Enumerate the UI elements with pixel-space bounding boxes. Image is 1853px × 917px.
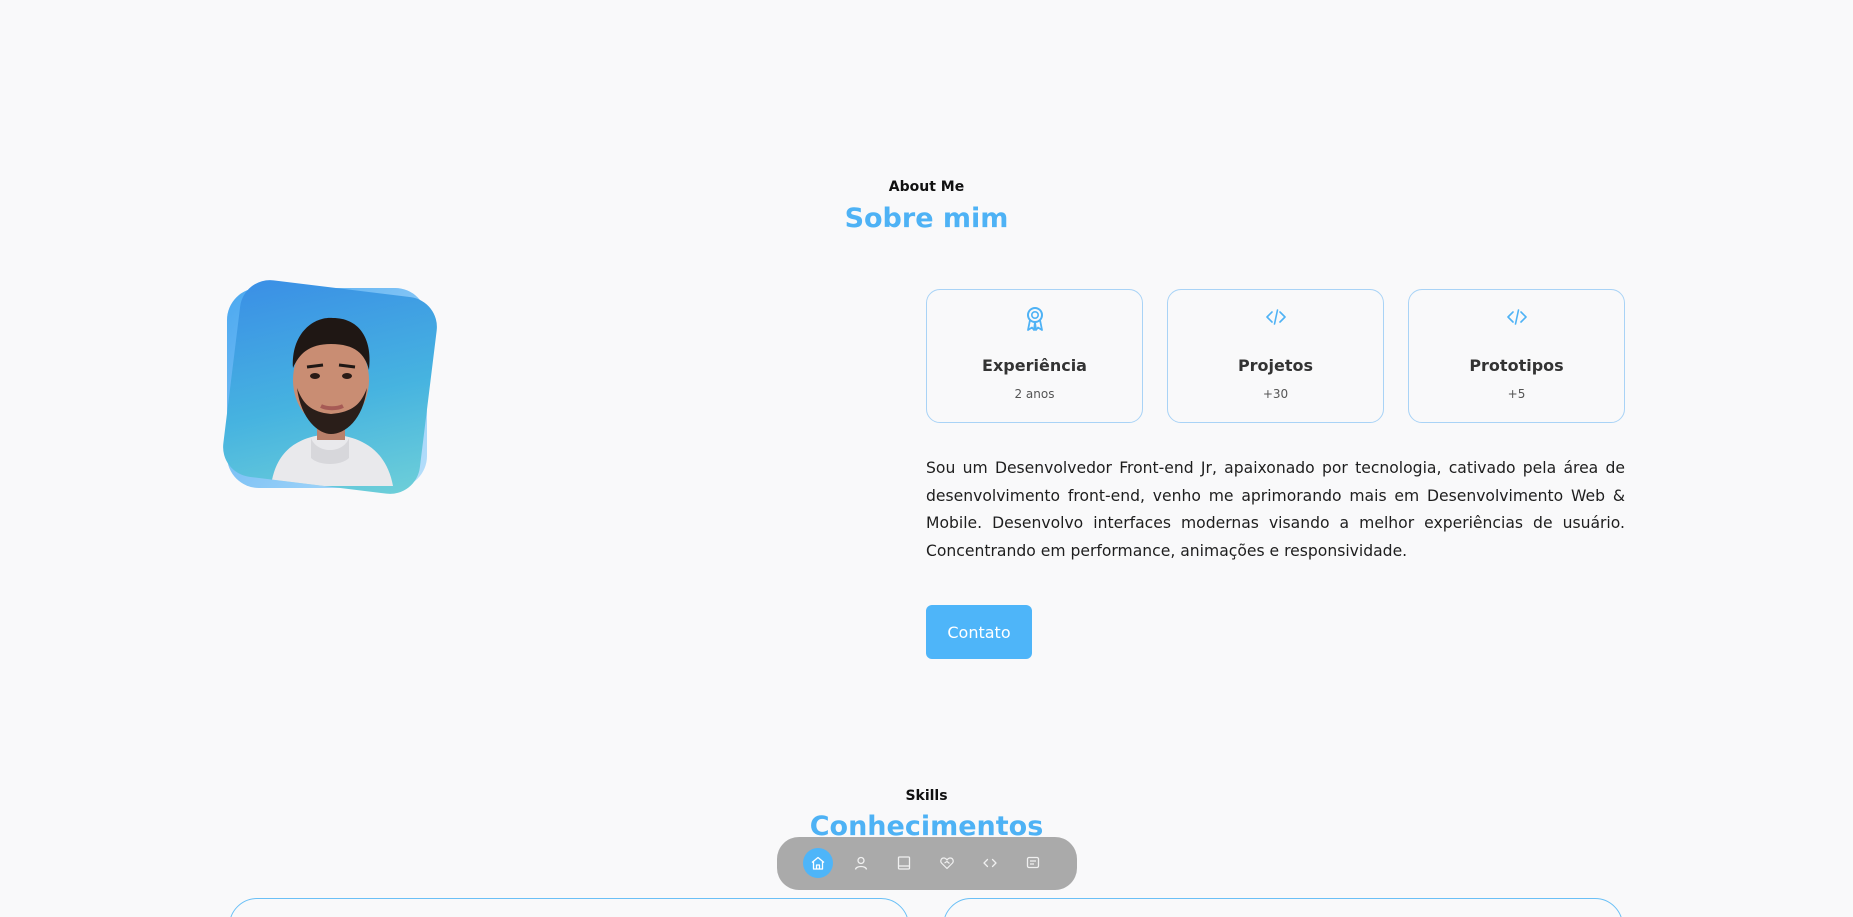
about-section-title: Sobre mim xyxy=(844,203,1009,234)
profile-photo xyxy=(219,276,441,498)
home-icon xyxy=(811,856,825,870)
prototypes-card-title: Prototipos xyxy=(1469,356,1564,375)
nav-projects[interactable] xyxy=(975,848,1005,878)
about-eyebrow: About Me xyxy=(888,179,965,195)
prototypes-card-value: +5 xyxy=(1507,387,1526,401)
nav-home[interactable] xyxy=(803,848,833,878)
projects-card-value: +30 xyxy=(1262,387,1289,401)
message-icon xyxy=(1026,856,1040,869)
stats-cards: Experiência 2 anos Projetos +30 Prototip… xyxy=(926,289,1625,423)
experience-card: Experiência 2 anos xyxy=(926,289,1143,423)
prototypes-card: Prototipos +5 xyxy=(1408,289,1625,423)
code-icon xyxy=(983,858,997,868)
nav-services[interactable] xyxy=(932,848,962,878)
handshake-icon xyxy=(940,857,954,870)
nav-about[interactable] xyxy=(846,848,876,878)
user-icon xyxy=(854,856,868,870)
about-description: Sou um Desenvolvedor Front-end Jr, apaix… xyxy=(926,459,1625,560)
book-icon xyxy=(897,856,911,870)
nav-skills[interactable] xyxy=(889,848,919,878)
experience-card-value: 2 anos xyxy=(1014,387,1055,401)
code-icon xyxy=(1409,306,1624,332)
skill-card xyxy=(943,898,1623,917)
experience-card-title: Experiência xyxy=(982,356,1087,375)
award-icon xyxy=(927,306,1142,332)
skill-card xyxy=(229,898,909,917)
nav-contact[interactable] xyxy=(1018,848,1048,878)
projects-card-title: Projetos xyxy=(1237,356,1314,375)
bottom-nav xyxy=(777,837,1077,890)
projects-card: Projetos +30 xyxy=(1167,289,1384,423)
code-icon xyxy=(1168,306,1383,332)
skills-eyebrow: Skills xyxy=(905,788,948,804)
avatar xyxy=(219,276,441,498)
contact-button[interactable]: Contato xyxy=(926,605,1032,659)
